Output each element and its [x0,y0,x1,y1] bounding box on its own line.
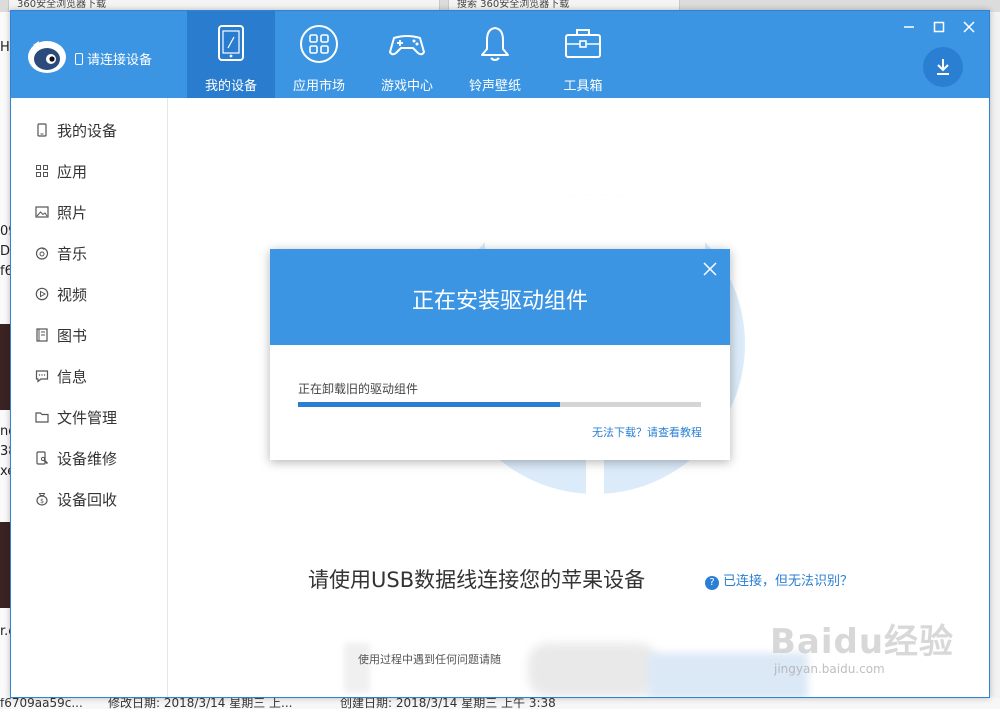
sidebar-item-label: 我的设备 [57,121,118,140]
nav-label: 应用市场 [292,79,345,94]
top-bar: 请连接设备 我的设备 应用市场 游戏中心 铃声壁纸 工具箱 [11,11,989,98]
dialog-close-icon[interactable] [702,261,718,277]
bg-file-name: f6709aa59c... [0,698,83,709]
message-icon [35,370,49,383]
sidebar-item-messages[interactable]: 信息 [11,358,167,394]
sidebar-item-label: 图书 [57,326,88,345]
bell-icon [481,27,509,61]
sidebar-item-books[interactable]: 图书 [11,317,167,353]
sidebar-item-label: 设备回收 [57,490,118,509]
bg-modified-date: 修改日期: 2018/3/14 星期三 上... [108,698,293,709]
sidebar-item-label: 视频 [57,285,88,304]
background-right-strip [990,12,1000,698]
install-progress-fill [298,402,560,407]
sidebar-item-label: 照片 [57,203,88,222]
usb-cable-illustration [586,454,604,494]
sidebar-item-label: 信息 [57,367,88,386]
folder-icon [35,412,49,423]
footer-help-note: 使用过程中遇到任何问题请随 [358,653,501,666]
cannot-recognize-link[interactable]: ? 已连接，但无法识别？ [705,570,853,590]
connect-device-status[interactable]: 请连接设备 [75,49,152,68]
download-manager-button[interactable] [923,47,963,87]
sidebar-item-file-manager[interactable]: 文件管理 [11,399,167,435]
book-icon [36,328,48,342]
sidebar-item-music[interactable]: 音乐 [11,235,167,271]
sidebar-item-device-repair[interactable]: 设备维修 [11,440,167,476]
toolbox-icon [565,29,601,58]
install-progress-bar [298,402,701,407]
maximize-icon[interactable] [929,17,949,37]
connect-instruction: 请使用USB数据线连接您的苹果设备 [308,568,646,592]
grid-icon [36,165,48,177]
background-status-bar: f6709aa59c... 修改日期: 2018/3/14 星期三 上... 创… [0,698,1000,709]
sidebar-item-label: 文件管理 [57,408,118,427]
sidebar-item-label: 设备维修 [57,449,118,468]
sidebar-item-my-device[interactable]: 我的设备 [11,112,167,148]
dialog-header: 正在安装驱动组件 [270,249,730,345]
connect-device-label: 请连接设备 [87,53,153,68]
nav-ringtone-wallpaper[interactable]: 铃声壁纸 [451,11,539,98]
video-icon [35,287,49,301]
gamepad-icon [389,35,425,56]
install-driver-dialog: 正在安装驱动组件 正在卸载旧的驱动组件 无法下载？请查看教程 [270,249,730,460]
blurred-area [648,653,808,697]
sidebar: 我的设备 应用 照片 音乐 视频 图书 信息 文件管理 设备维修 $ 设备回收 [11,98,168,697]
apps-icon [300,25,338,63]
recycle-icon: $ [36,493,48,506]
phone-icon [75,53,83,65]
photo-icon [35,206,49,218]
nav-label: 我的设备 [204,79,257,94]
dialog-title: 正在安装驱动组件 [411,289,588,314]
sidebar-item-apps[interactable]: 应用 [11,153,167,189]
nav-label: 铃声壁纸 [468,79,521,94]
window-controls [899,17,979,37]
nav-label: 工具箱 [563,79,603,94]
nav-label: 游戏中心 [380,79,433,94]
cannot-recognize-label: 已连接，但无法识别？ [723,574,854,589]
download-help-link[interactable]: 无法下载？请查看教程 [592,424,702,440]
install-status-text: 正在卸载旧的驱动组件 [298,382,419,396]
nav-app-market[interactable]: 应用市场 [275,11,363,98]
download-icon [937,59,949,75]
sidebar-item-label: 应用 [57,162,88,181]
bg-created-date: 创建日期: 2018/3/14 星期三 上午 3:38 [340,698,556,709]
close-icon[interactable] [959,17,979,37]
sidebar-item-label: 音乐 [57,244,88,263]
sidebar-item-videos[interactable]: 视频 [11,276,167,312]
sidebar-item-photos[interactable]: 照片 [11,194,167,230]
music-icon [35,247,49,260]
nav-game-center[interactable]: 游戏中心 [363,11,451,98]
minimize-icon[interactable] [899,17,919,37]
repair-icon [36,451,49,465]
app-logo-icon [28,41,66,73]
svg-text:$: $ [40,498,44,505]
main-nav: 我的设备 应用市场 游戏中心 铃声壁纸 工具箱 [187,11,627,98]
nav-toolbox[interactable]: 工具箱 [539,11,627,98]
nav-my-device[interactable]: 我的设备 [187,11,275,98]
sidebar-item-device-recycle[interactable]: $ 设备回收 [11,481,167,517]
tablet-icon [218,25,244,61]
device-icon [37,123,47,137]
question-icon: ? [705,576,719,590]
blurred-area [528,643,658,697]
